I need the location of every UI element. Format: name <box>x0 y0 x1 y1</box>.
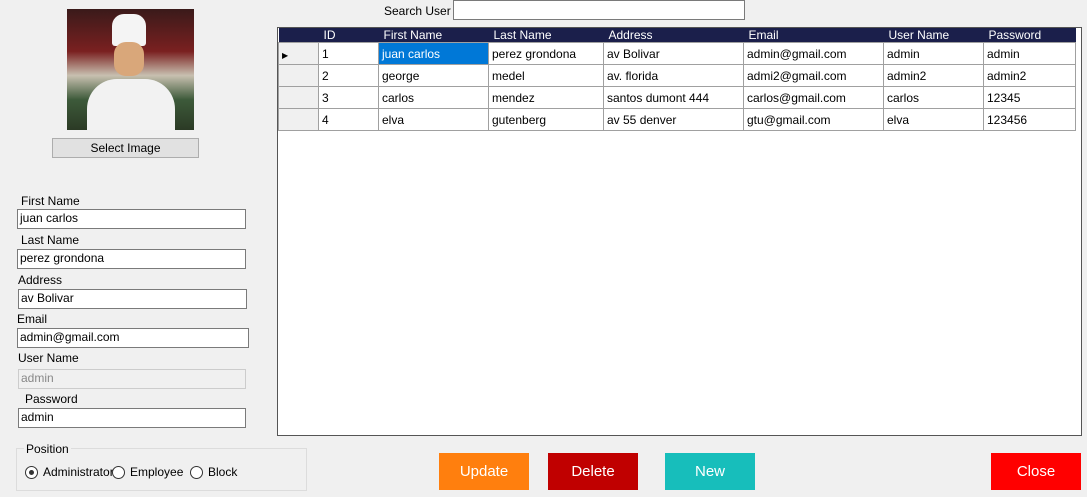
radio-employee[interactable]: Employee <box>112 465 183 479</box>
last-name-input[interactable]: perez grondona <box>17 249 246 269</box>
column-header[interactable]: User Name <box>883 28 984 43</box>
radio-unchecked-icon <box>112 465 125 479</box>
radio-unchecked-icon <box>190 465 203 479</box>
row-header[interactable]: ▶ <box>278 42 319 65</box>
username-input: admin <box>18 369 246 389</box>
radio-administrator[interactable]: Administrator <box>25 465 114 479</box>
row-header[interactable] <box>278 108 319 131</box>
column-header[interactable]: Last Name <box>488 28 604 43</box>
close-button[interactable]: Close <box>991 453 1081 490</box>
password-label: Password <box>25 392 78 406</box>
column-header[interactable]: Address <box>603 28 744 43</box>
table-cell[interactable]: mendez <box>488 86 604 109</box>
select-image-button[interactable]: Select Image <box>52 138 199 158</box>
new-button[interactable]: New <box>665 453 755 490</box>
row-header-corner <box>278 28 319 43</box>
table-cell[interactable]: 1 <box>318 42 379 65</box>
table-cell[interactable]: elva <box>378 108 489 131</box>
radio-label: Employee <box>130 465 184 479</box>
radio-label: Block <box>208 465 238 479</box>
table-cell[interactable]: medel <box>488 64 604 87</box>
table-cell[interactable]: 3 <box>318 86 379 109</box>
table-cell[interactable]: admin2 <box>883 64 984 87</box>
table-cell[interactable]: perez grondona <box>488 42 604 65</box>
table-cell[interactable]: carlos <box>883 86 984 109</box>
column-header[interactable]: First Name <box>378 28 489 43</box>
table-cell[interactable]: george <box>378 64 489 87</box>
table-cell[interactable]: admin2 <box>983 64 1076 87</box>
table-cell[interactable]: admin <box>883 42 984 65</box>
column-header[interactable]: ID <box>318 28 379 43</box>
table-cell[interactable]: admin@gmail.com <box>743 42 884 65</box>
search-user-input[interactable] <box>453 0 745 20</box>
username-label: User Name <box>18 351 79 365</box>
table-cell[interactable]: 123456 <box>983 108 1076 131</box>
email-label: Email <box>17 312 48 326</box>
table-row[interactable]: 3 carlos mendez santos dumont 444 carlos@gma… <box>278 86 1076 109</box>
password-input[interactable]: admin <box>18 408 246 428</box>
table-cell[interactable]: carlos <box>378 86 489 109</box>
address-label: Address <box>18 273 63 287</box>
table-row[interactable]: 4 elva gutenberg av 55 denver gtu@gmail.com e… <box>278 108 1076 131</box>
table-cell[interactable]: gutenberg <box>488 108 604 131</box>
radio-checked-icon <box>25 465 38 479</box>
table-cell[interactable]: 2 <box>318 64 379 87</box>
table-cell[interactable]: av. florida <box>603 64 744 87</box>
row-header[interactable] <box>278 64 319 87</box>
search-user-label: Search User <box>384 4 451 18</box>
table-cell[interactable]: admin <box>983 42 1076 65</box>
first-name-label: First Name <box>21 194 80 208</box>
table-cell[interactable]: admi2@gmail.com <box>743 64 884 87</box>
table-cell[interactable]: av Bolivar <box>603 42 744 65</box>
row-header[interactable] <box>278 86 319 109</box>
table-cell[interactable]: santos dumont 444 <box>603 86 744 109</box>
table-cell[interactable]: av 55 denver <box>603 108 744 131</box>
table-cell[interactable]: 4 <box>318 108 379 131</box>
column-header[interactable]: Password <box>983 28 1076 43</box>
column-header[interactable]: Email <box>743 28 884 43</box>
table-cell[interactable]: juan carlos <box>378 42 489 65</box>
radio-label: Administrator <box>43 465 114 479</box>
table-cell[interactable]: elva <box>883 108 984 131</box>
position-label: Position <box>24 442 71 456</box>
table-cell[interactable]: gtu@gmail.com <box>743 108 884 131</box>
current-row-arrow-icon: ▶ <box>282 50 289 60</box>
users-grid[interactable]: ID First Name Last Name Address Email User Na… <box>277 27 1082 436</box>
users-table: ID First Name Last Name Address Email User Na… <box>278 28 1076 131</box>
table-cell[interactable]: 12345 <box>983 86 1076 109</box>
table-row[interactable]: 2 george medel av. florida admi2@gmail.com ad… <box>278 64 1076 87</box>
table-cell[interactable]: carlos@gmail.com <box>743 86 884 109</box>
user-photo <box>67 9 194 130</box>
delete-button[interactable]: Delete <box>548 453 638 490</box>
email-input[interactable]: admin@gmail.com <box>17 328 249 348</box>
radio-block[interactable]: Block <box>190 465 237 479</box>
update-button[interactable]: Update <box>439 453 529 490</box>
last-name-label: Last Name <box>21 233 80 247</box>
table-row[interactable]: ▶ 1 juan carlos perez grondona av Bolivar adm… <box>278 42 1076 65</box>
address-input[interactable]: av Bolivar <box>18 289 247 309</box>
first-name-input[interactable]: juan carlos <box>17 209 246 229</box>
